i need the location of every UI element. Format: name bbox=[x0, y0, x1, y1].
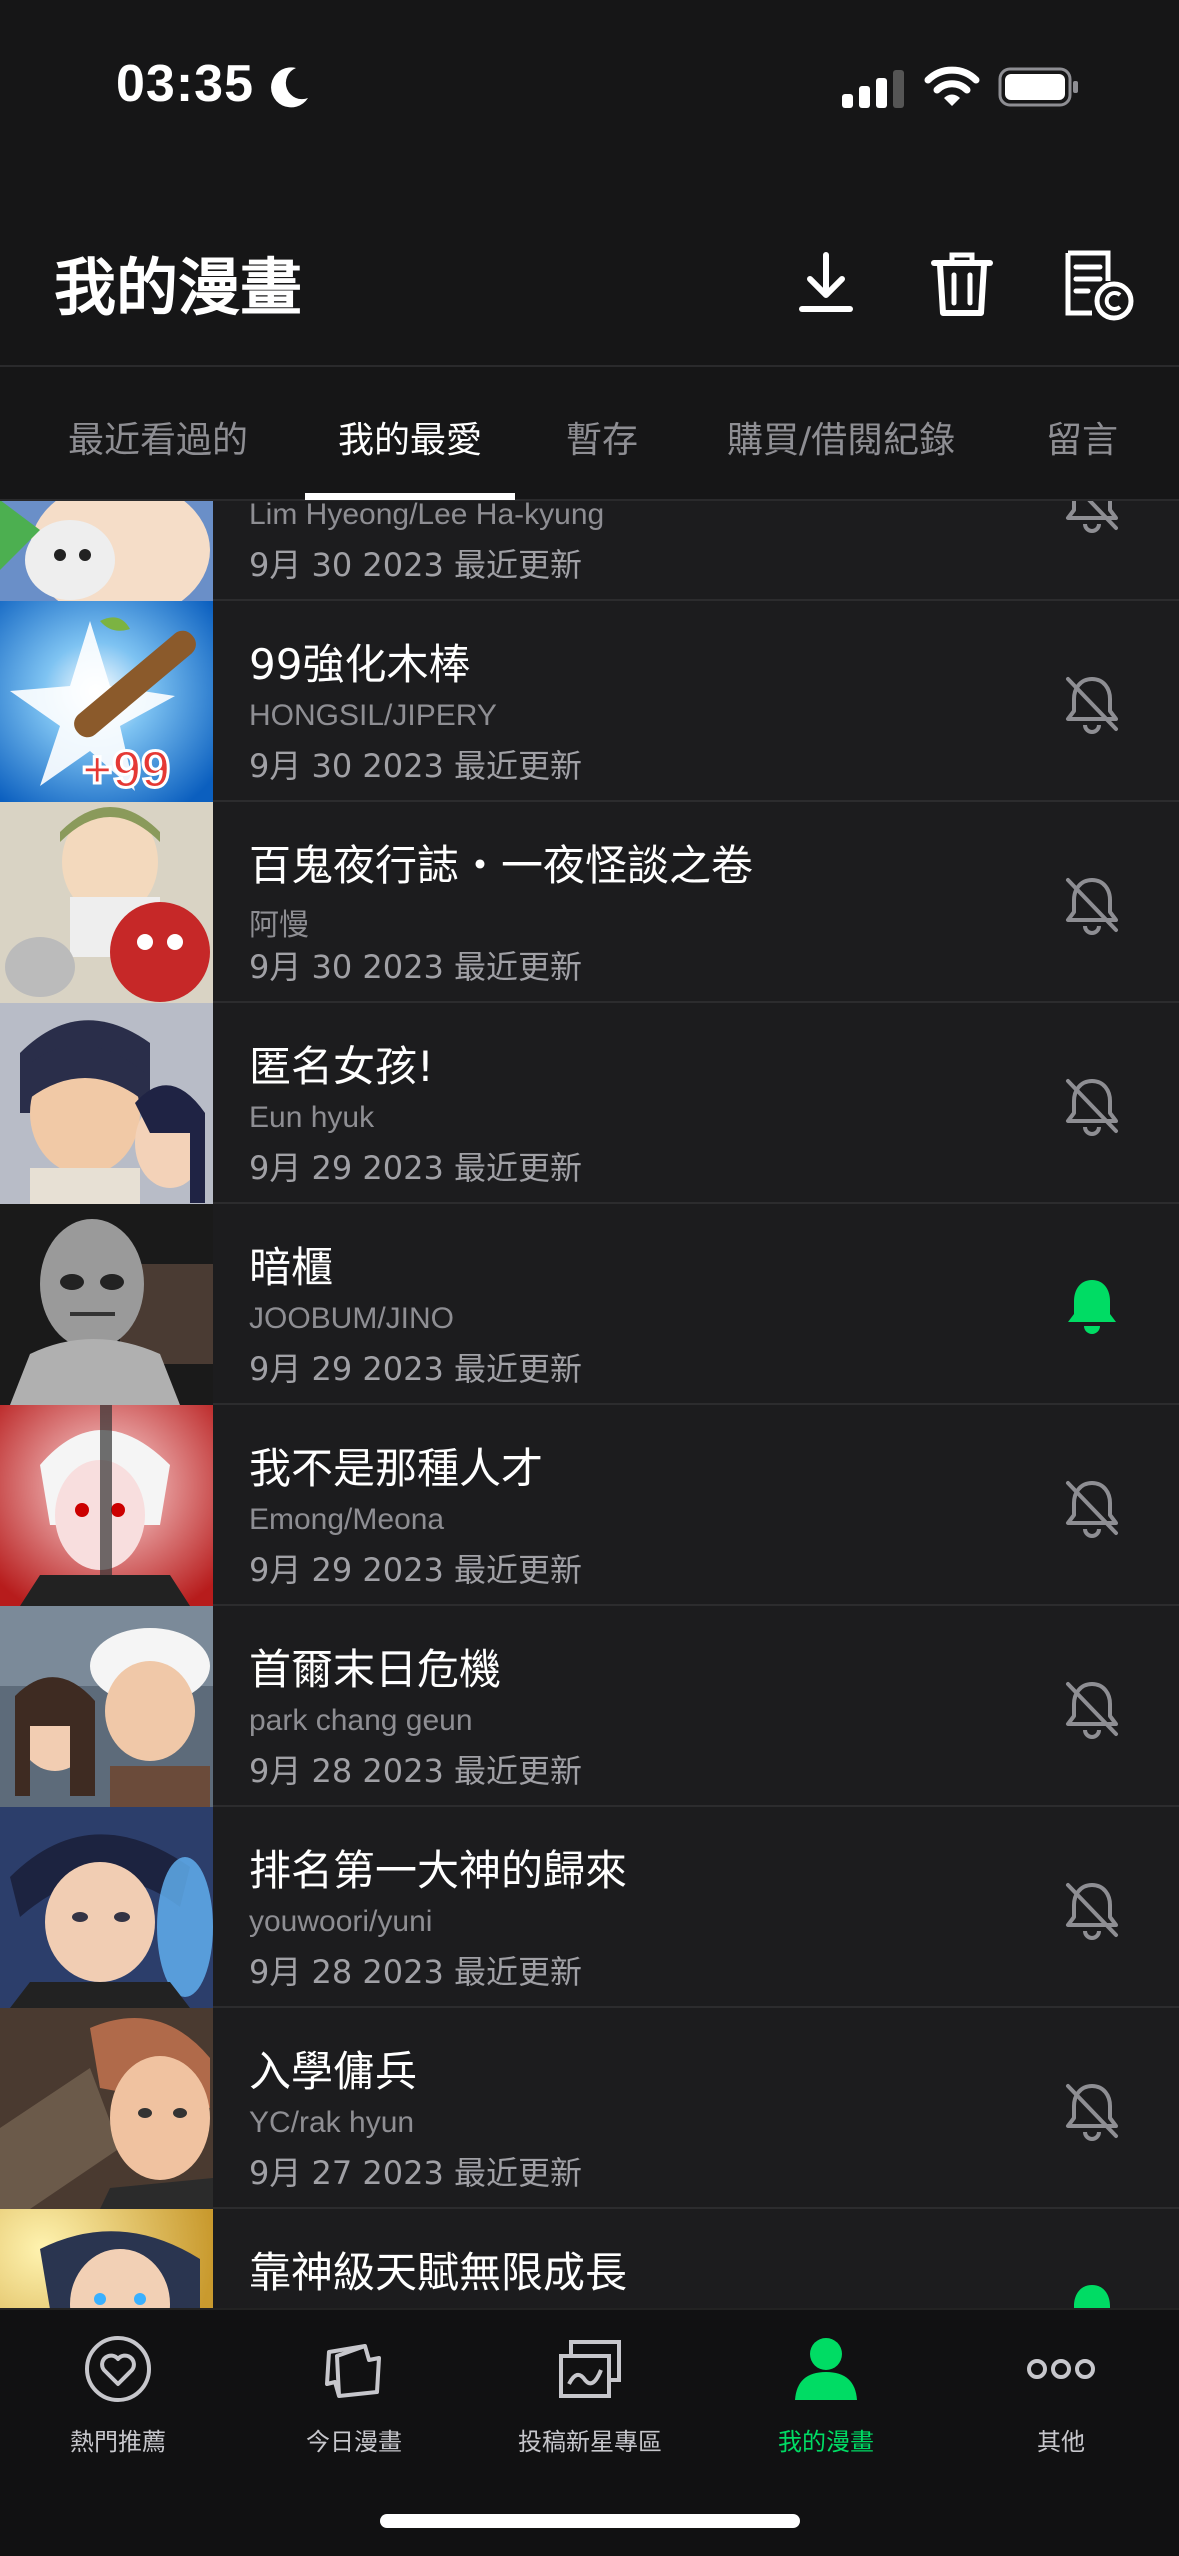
list-item[interactable]: 我不是那種人才 Emong/Meona 9月 29 2023 最近更新 bbox=[0, 1405, 1179, 1606]
list-item[interactable]: 首爾末日危機 park chang geun 9月 28 2023 最近更新 bbox=[0, 1606, 1179, 1807]
battery-icon bbox=[998, 67, 1078, 107]
bell-off-icon[interactable] bbox=[1060, 501, 1124, 534]
tab-favorites[interactable]: 我的最愛 bbox=[338, 411, 482, 463]
app-header: 我的漫畫 bbox=[0, 175, 1179, 367]
comic-thumbnail bbox=[0, 802, 213, 1003]
tab-purchase-history[interactable]: 購買/借閱紀錄 bbox=[727, 411, 955, 463]
comic-thumbnail: +99 bbox=[0, 601, 213, 802]
comic-update-date: 9月 27 2023 最近更新 bbox=[249, 2154, 583, 2192]
list-item[interactable]: +99 99強化木棒 HONGSIL/JIPERY 9月 30 2023 最近更… bbox=[0, 601, 1179, 802]
bell-off-icon[interactable] bbox=[1060, 1475, 1124, 1539]
tab-recent[interactable]: 最近看過的 bbox=[68, 411, 248, 463]
list-item[interactable]: 暗櫃 JOOBUM/JINO 9月 29 2023 最近更新 bbox=[0, 1204, 1179, 1405]
nav-label: 我的漫畫 bbox=[778, 2428, 874, 2456]
person-icon bbox=[795, 2338, 857, 2400]
comic-author: 阿慢 bbox=[249, 909, 309, 942]
nav-label: 其他 bbox=[1037, 2428, 1085, 2456]
active-tab-indicator bbox=[305, 493, 515, 500]
comic-title: 我不是那種人才 bbox=[249, 1444, 544, 1493]
moon-icon bbox=[271, 67, 308, 108]
comic-author: Eun hyuk bbox=[249, 1101, 375, 1134]
bell-off-icon[interactable] bbox=[1060, 1073, 1124, 1137]
pages-icon bbox=[325, 2344, 381, 2398]
page-title: 我的漫畫 bbox=[54, 251, 303, 324]
comic-author: Emong/Meona bbox=[249, 1503, 445, 1536]
comic-title: 首爾末日危機 bbox=[249, 1645, 502, 1694]
comic-thumbnail bbox=[0, 1204, 213, 1405]
comic-update-date: 9月 29 2023 最近更新 bbox=[249, 1149, 583, 1187]
cellular-signal-icon bbox=[842, 70, 904, 108]
comic-update-date: 9月 29 2023 最近更新 bbox=[249, 1350, 583, 1388]
nav-more[interactable]: 其他 bbox=[943, 2310, 1179, 2480]
comic-author: youwoori/yuni bbox=[249, 1905, 433, 1938]
bell-off-icon[interactable] bbox=[1060, 1877, 1124, 1941]
list-item[interactable]: 百鬼夜行誌・一夜怪談之卷 阿慢 9月 30 2023 最近更新 bbox=[0, 802, 1179, 1003]
comic-author: HONGSIL/JIPERY bbox=[249, 699, 497, 732]
comic-update-date: 9月 30 2023 最近更新 bbox=[249, 747, 583, 785]
nav-label: 投稿新星專區 bbox=[518, 2428, 662, 2456]
copyright-document-icon[interactable] bbox=[1062, 247, 1138, 323]
list-item[interactable]: 入學傭兵 YC/rak hyun 9月 27 2023 最近更新 bbox=[0, 2008, 1179, 2209]
comic-thumbnail bbox=[0, 1003, 213, 1204]
comic-title: 排名第一大神的歸來 bbox=[249, 1846, 628, 1895]
comic-author: JOOBUM/JINO bbox=[249, 1302, 455, 1335]
tab-comments[interactable]: 留言 bbox=[1046, 411, 1118, 463]
nav-popular[interactable]: 熱門推薦 bbox=[0, 2310, 236, 2480]
gallery-icon bbox=[559, 2340, 621, 2398]
wifi-icon bbox=[924, 66, 980, 106]
comic-thumbnail bbox=[0, 1405, 213, 1606]
comic-author: YC/rak hyun bbox=[249, 2106, 415, 2139]
list-item[interactable]: 排名第一大神的歸來 youwoori/yuni 9月 28 2023 最近更新 bbox=[0, 1807, 1179, 2008]
bell-off-icon[interactable] bbox=[1060, 2078, 1124, 2142]
nav-label: 熱門推薦 bbox=[70, 2428, 166, 2456]
comic-update-date: 9月 28 2023 最近更新 bbox=[249, 1953, 583, 1991]
list-item[interactable]: 靠神級天賦無限成長 bbox=[0, 2209, 1179, 2308]
comic-title: 99強化木棒 bbox=[249, 640, 471, 689]
bell-on-icon[interactable] bbox=[1060, 1274, 1124, 1338]
more-icon bbox=[1027, 2359, 1095, 2379]
comic-update-date: 9月 30 2023 最近更新 bbox=[249, 948, 583, 986]
status-time: 03:35 bbox=[116, 55, 254, 113]
comic-thumbnail bbox=[0, 501, 213, 601]
favorites-list: Lim Hyeong/Lee Ha-kyung 9月 30 2023 最近更新 … bbox=[0, 501, 1179, 2308]
nav-today[interactable]: 今日漫畫 bbox=[236, 2310, 472, 2480]
bell-off-icon[interactable] bbox=[1060, 872, 1124, 936]
download-icon[interactable] bbox=[790, 247, 862, 319]
comic-title: 靠神級天賦無限成長 bbox=[249, 2248, 628, 2297]
bell-off-icon[interactable] bbox=[1060, 671, 1124, 735]
nav-my-comics[interactable]: 我的漫畫 bbox=[708, 2310, 944, 2480]
comic-title: 暗櫃 bbox=[249, 1243, 334, 1292]
comic-title: 百鬼夜行誌・一夜怪談之卷 bbox=[249, 841, 754, 890]
comic-update-date: 9月 28 2023 最近更新 bbox=[249, 1752, 583, 1790]
comic-thumbnail bbox=[0, 1606, 213, 1807]
comic-thumbnail bbox=[0, 1807, 213, 2008]
comic-author: park chang geun bbox=[249, 1704, 473, 1737]
comic-update-date: 9月 30 2023 最近更新 bbox=[249, 546, 583, 584]
tab-saved[interactable]: 暫存 bbox=[566, 411, 638, 463]
nav-creators[interactable]: 投稿新星專區 bbox=[472, 2310, 708, 2480]
home-indicator[interactable] bbox=[380, 2514, 800, 2528]
comic-title: 入學傭兵 bbox=[249, 2047, 418, 2096]
comic-update-date: 9月 29 2023 最近更新 bbox=[249, 1551, 583, 1589]
comic-title: 匿名女孩! bbox=[249, 1042, 434, 1091]
comic-thumbnail bbox=[0, 2008, 213, 2209]
heart-icon bbox=[85, 2336, 151, 2402]
list-item[interactable]: 匿名女孩! Eun hyuk 9月 29 2023 最近更新 bbox=[0, 1003, 1179, 1204]
comic-thumbnail bbox=[0, 2209, 213, 2308]
tab-bar: 最近看過的 我的最愛 暫存 購買/借閱紀錄 留言 bbox=[0, 367, 1179, 501]
bell-on-icon[interactable] bbox=[1060, 2279, 1124, 2308]
trash-icon[interactable] bbox=[926, 247, 998, 319]
list-item[interactable]: Lim Hyeong/Lee Ha-kyung 9月 30 2023 最近更新 bbox=[0, 501, 1179, 601]
nav-label: 今日漫畫 bbox=[306, 2428, 402, 2456]
comic-author: Lim Hyeong/Lee Ha-kyung bbox=[249, 501, 605, 531]
status-bar: 03:35 bbox=[0, 0, 1179, 175]
bell-off-icon[interactable] bbox=[1060, 1676, 1124, 1740]
svg-text:+99: +99 bbox=[82, 741, 170, 799]
